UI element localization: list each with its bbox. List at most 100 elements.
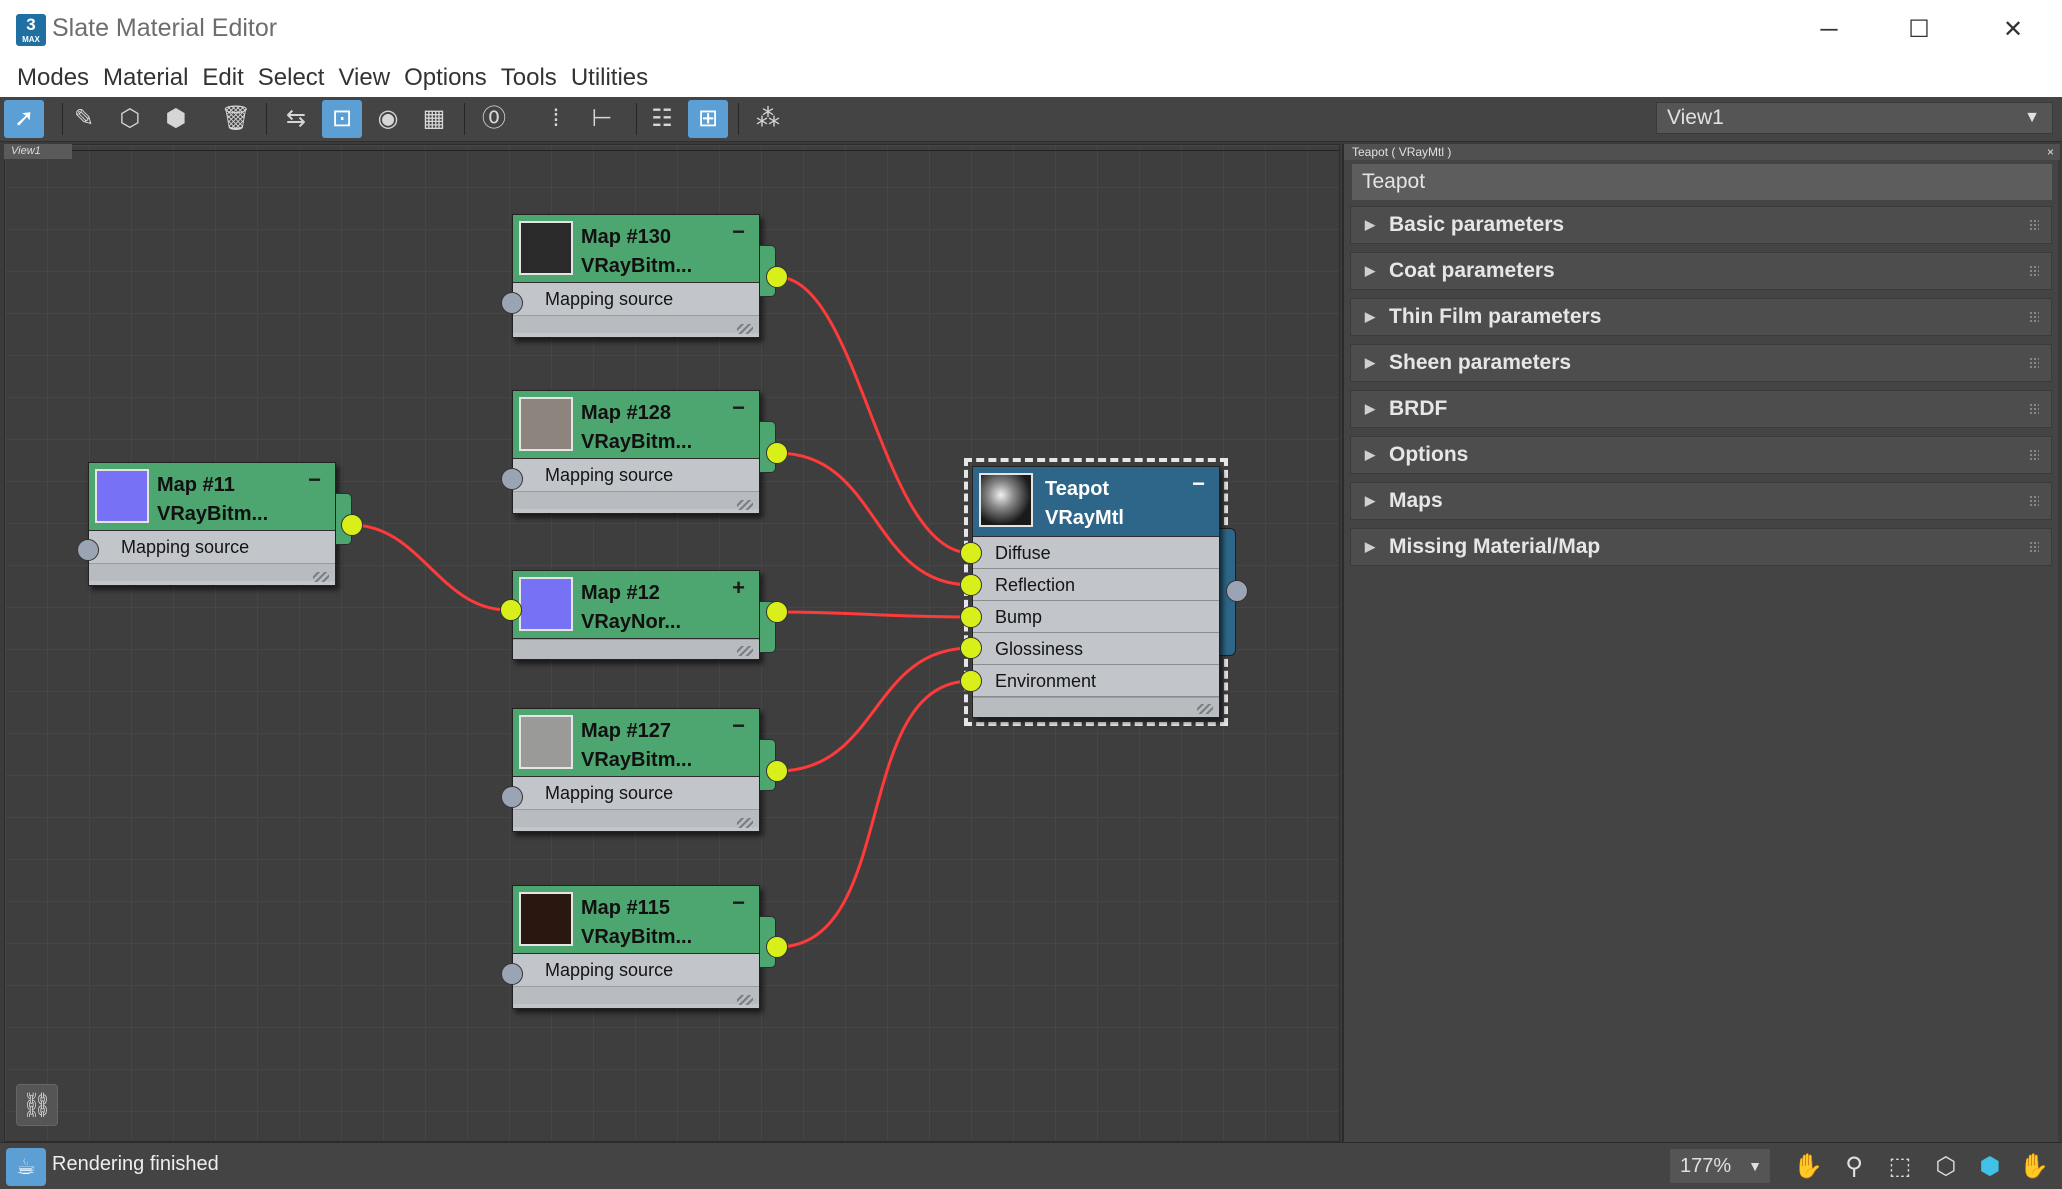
map-thumbnail [519, 892, 573, 946]
node-map115[interactable]: Map #115 VRayBitm... − Mapping source [512, 885, 776, 1009]
input-socket-environment[interactable] [960, 670, 982, 692]
slot-label: Mapping source [545, 289, 674, 309]
input-socket[interactable] [501, 963, 523, 985]
input-socket[interactable] [501, 292, 523, 314]
input-socket[interactable] [77, 539, 99, 561]
input-socket[interactable] [501, 468, 523, 490]
output-socket[interactable] [766, 442, 788, 464]
view-select-dropdown[interactable]: View1 ▼ [1656, 102, 2053, 134]
node-title: Map #130 [581, 226, 672, 248]
output-socket[interactable] [766, 936, 788, 958]
map-thumbnail [519, 397, 573, 451]
rollout-basic-parameters[interactable]: ▶ Basic parameters [1350, 206, 2052, 244]
wire-map11-map12 [351, 523, 509, 612]
rollout-options[interactable]: ▶ Options [1350, 436, 2052, 474]
collapse-button[interactable]: − [732, 395, 745, 421]
expand-triangle-icon: ▶ [1365, 493, 1375, 508]
expand-triangle-icon: ▶ [1365, 217, 1375, 232]
map-thumbnail [519, 221, 573, 275]
input-socket-glossiness[interactable] [960, 637, 982, 659]
zoom-dropdown[interactable]: 177% ▼ [1670, 1149, 1770, 1183]
output-socket[interactable] [766, 601, 788, 623]
output-socket-material[interactable] [1226, 580, 1248, 602]
slot-glossiness[interactable]: Glossiness [973, 633, 1219, 665]
node-title: Map #127 [581, 720, 672, 742]
node-title: Map #11 [157, 474, 235, 496]
zoom-region-icon[interactable]: ⬚ [1882, 1149, 1918, 1185]
node-type: VRayBitm... [581, 255, 693, 277]
node-type: VRayBitm... [581, 749, 693, 771]
rollout-missing-material-map[interactable]: ▶ Missing Material/Map [1350, 528, 2052, 566]
input-socket[interactable] [500, 599, 522, 621]
rollout-coat-parameters[interactable]: ▶ Coat parameters [1350, 252, 2052, 290]
rollout-sheen-parameters[interactable]: ▶ Sheen parameters [1350, 344, 2052, 382]
input-socket-bump[interactable] [960, 606, 982, 628]
chevron-down-icon: ▼ [2024, 109, 2040, 126]
drag-handle-icon [2029, 311, 2039, 323]
node-teapot-material[interactable]: Teapot VRayMtl − Diffuse Reflection Bump … [972, 466, 1220, 718]
view-select-value: View1 [1667, 106, 1724, 129]
navigator-binoculars-icon[interactable]: ⛓ [16, 1084, 58, 1126]
pan-icon[interactable]: ✋ [1790, 1149, 1826, 1185]
resize-grip[interactable] [737, 818, 753, 828]
slot-bump[interactable]: Bump [973, 601, 1219, 633]
rollout-maps[interactable]: ▶ Maps [1350, 482, 2052, 520]
collapse-button[interactable]: − [732, 713, 745, 739]
node-type: VRayBitm... [581, 926, 693, 948]
close-button[interactable]: ✕ [1978, 8, 2048, 52]
pan-active-icon[interactable]: ✋ [2016, 1149, 2052, 1185]
rollout-thin-film-parameters[interactable]: ▶ Thin Film parameters [1350, 298, 2052, 336]
resize-grip[interactable] [737, 646, 753, 656]
resize-grip[interactable] [1197, 704, 1213, 714]
slot-diffuse[interactable]: Diffuse [973, 537, 1219, 569]
minimize-button[interactable]: ─ [1794, 8, 1864, 52]
node-type: VRayNor... [581, 611, 682, 633]
slot-environment[interactable]: Environment [973, 665, 1219, 697]
slot-label: Mapping source [545, 960, 674, 980]
node-map130[interactable]: Map #130 VRayBitm... − Mapping source [512, 214, 776, 338]
slot-label: Mapping source [545, 783, 674, 803]
zoom-extents-icon[interactable]: ⬡ [1928, 1149, 1964, 1185]
expand-triangle-icon: ▶ [1365, 355, 1375, 370]
status-bar: ☕ Rendering finished 177% ▼ ✋ ⚲ ⬚ ⬡ ⬢ ✋ [0, 1142, 2062, 1189]
node-map127[interactable]: Map #127 VRayBitm... − Mapping source [512, 708, 776, 832]
expand-triangle-icon: ▶ [1365, 263, 1375, 278]
collapse-button[interactable]: − [732, 219, 745, 245]
output-socket[interactable] [341, 514, 363, 536]
resize-grip[interactable] [313, 572, 329, 582]
maximize-button[interactable]: ☐ [1884, 8, 1954, 52]
zoom-extents-selected-icon[interactable]: ⬢ [1972, 1149, 2008, 1185]
expand-button[interactable]: + [732, 575, 745, 601]
collapse-button[interactable]: − [1192, 471, 1205, 497]
drag-handle-icon [2029, 495, 2039, 507]
wire-map128-reflection [776, 451, 972, 587]
node-title: Map #128 [581, 402, 672, 424]
node-map12[interactable]: Map #12 VRayNor... + [512, 570, 776, 660]
input-socket[interactable] [501, 786, 523, 808]
panel-caption: Teapot ( VRayMtl ) × [1344, 144, 2060, 160]
material-name-field[interactable]: Teapot [1352, 164, 2052, 200]
resize-grip[interactable] [737, 324, 753, 334]
collapse-button[interactable]: − [308, 467, 321, 493]
wire-map115-environment [776, 679, 972, 949]
input-socket-reflection[interactable] [960, 574, 982, 596]
wire-map130-diffuse [776, 275, 972, 555]
parameter-panel: Teapot ( VRayMtl ) × Teapot ▶ Basic param… [1342, 144, 2060, 1142]
slot-label: Mapping source [545, 465, 674, 485]
collapse-button[interactable]: − [732, 890, 745, 916]
rollout-brdf[interactable]: ▶ BRDF [1350, 390, 2052, 428]
resize-grip[interactable] [737, 995, 753, 1005]
output-socket[interactable] [766, 266, 788, 288]
input-socket-diffuse[interactable] [960, 542, 982, 564]
node-map11[interactable]: Map #11 VRayBitm... − Mapping source [88, 462, 352, 586]
render-teapot-icon[interactable]: ☕ [6, 1148, 46, 1186]
wire-map127-glossiness [776, 646, 972, 773]
output-socket[interactable] [766, 760, 788, 782]
node-map128[interactable]: Map #128 VRayBitm... − Mapping source [512, 390, 776, 514]
slot-reflection[interactable]: Reflection [973, 569, 1219, 601]
expand-triangle-icon: ▶ [1365, 401, 1375, 416]
expand-triangle-icon: ▶ [1365, 539, 1375, 554]
resize-grip[interactable] [737, 500, 753, 510]
zoom-icon[interactable]: ⚲ [1836, 1149, 1872, 1185]
panel-close-icon[interactable]: × [2047, 144, 2054, 160]
